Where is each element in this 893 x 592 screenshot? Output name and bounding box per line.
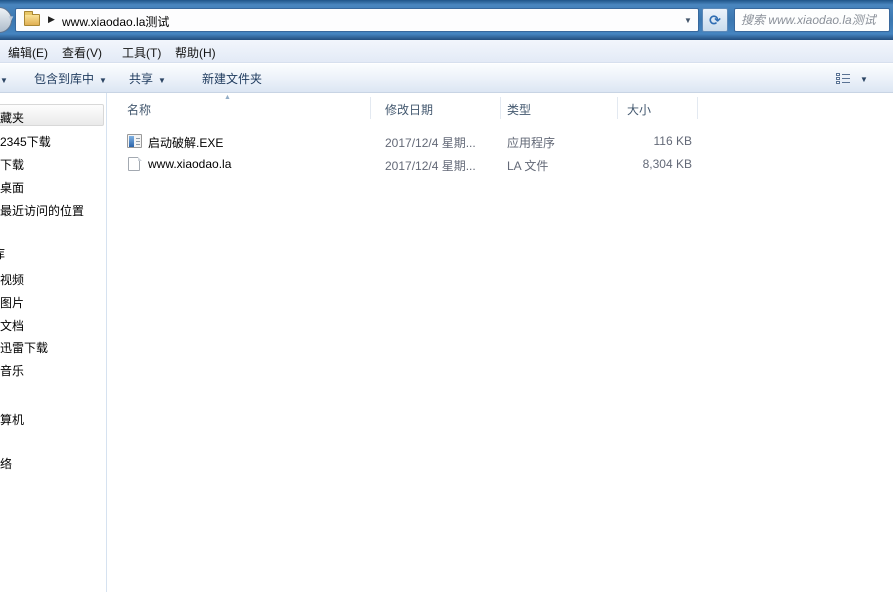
column-header-size[interactable]: 大小 bbox=[627, 101, 651, 118]
share-button[interactable]: 共享 ▼ bbox=[129, 70, 166, 88]
window-chrome: ▼ ▶ www.xiaodao.la测试 ▼ ⟳ bbox=[0, 0, 893, 40]
folder-icon bbox=[24, 14, 40, 26]
address-dropdown-icon[interactable]: ▼ bbox=[684, 16, 692, 25]
address-bar[interactable]: ▶ www.xiaodao.la测试 ▼ bbox=[15, 8, 699, 32]
share-label: 共享 bbox=[129, 72, 153, 86]
command-bar: ▼ 包含到库中 ▼ 共享 ▼ 新建文件夹 ▼ bbox=[0, 64, 893, 93]
generic-file-icon bbox=[127, 157, 142, 171]
sidebar-item-libraries[interactable]: 库 bbox=[0, 245, 5, 262]
include-in-library-label: 包含到库中 bbox=[34, 72, 94, 86]
breadcrumb-arrow-icon[interactable]: ▶ bbox=[48, 14, 55, 25]
search-box bbox=[734, 8, 890, 32]
file-date: 2017/12/4 星期... bbox=[385, 134, 476, 151]
application-file-icon bbox=[127, 134, 142, 148]
file-type: LA 文件 bbox=[507, 157, 548, 174]
file-size: 116 KB bbox=[560, 134, 692, 148]
sort-ascending-icon: ▲ bbox=[224, 94, 231, 101]
sidebar-item-computer[interactable]: 算机 bbox=[0, 411, 24, 428]
explorer-window: ▼ ▶ www.xiaodao.la测试 ▼ ⟳ 编辑(E) 查看(V) 工具(… bbox=[0, 0, 893, 592]
change-view-button[interactable]: ▼ bbox=[834, 72, 878, 88]
menu-help[interactable]: 帮助(H) bbox=[175, 44, 216, 61]
sidebar-item-favorites[interactable]: 藏夹 bbox=[0, 109, 24, 126]
breadcrumb[interactable]: www.xiaodao.la测试 bbox=[62, 13, 169, 30]
column-resize-handle[interactable] bbox=[500, 97, 501, 119]
recent-pages-chevron-icon[interactable]: ▼ bbox=[7, 14, 15, 23]
column-resize-handle[interactable] bbox=[697, 97, 698, 119]
include-in-library-button[interactable]: 包含到库中 ▼ bbox=[34, 70, 107, 88]
sidebar-item-network[interactable]: 络 bbox=[0, 455, 12, 472]
menu-view[interactable]: 查看(V) bbox=[62, 44, 102, 61]
sidebar-item-recent-places[interactable]: 最近访问的位置 bbox=[0, 202, 84, 219]
column-resize-handle[interactable] bbox=[617, 97, 618, 119]
sidebar-item-music[interactable]: 音乐 bbox=[0, 362, 24, 379]
sidebar-item-thunder-downloads[interactable]: 迅雷下载 bbox=[0, 339, 48, 356]
content-area: 藏夹 2345下载 下载 桌面 最近访问的位置 库 视频 图片 文档 迅雷下载 … bbox=[0, 93, 893, 592]
sidebar-item-videos[interactable]: 视频 bbox=[0, 271, 24, 288]
sidebar-item-pictures[interactable]: 图片 bbox=[0, 294, 24, 311]
menu-tools[interactable]: 工具(T) bbox=[122, 44, 161, 61]
column-header-type[interactable]: 类型 bbox=[507, 101, 531, 118]
menu-edit[interactable]: 编辑(E) bbox=[8, 44, 48, 61]
sidebar-item-documents[interactable]: 文档 bbox=[0, 317, 24, 334]
file-row[interactable]: 启动破解.EXE 2017/12/4 星期... 应用程序 116 KB bbox=[107, 130, 893, 152]
chevron-down-icon: ▼ bbox=[860, 75, 868, 84]
sidebar-item-2345-downloads[interactable]: 2345下载 bbox=[0, 133, 51, 150]
chevron-down-icon: ▼ bbox=[158, 76, 166, 85]
refresh-button[interactable]: ⟳ bbox=[702, 8, 728, 32]
menu-bar: 编辑(E) 查看(V) 工具(T) 帮助(H) bbox=[0, 40, 893, 63]
column-resize-handle[interactable] bbox=[370, 97, 371, 119]
chevron-down-icon: ▼ bbox=[99, 76, 107, 85]
organize-chevron-icon[interactable]: ▼ bbox=[0, 76, 8, 85]
column-header-date[interactable]: 修改日期 bbox=[385, 101, 433, 118]
list-view-icon bbox=[836, 73, 851, 86]
file-name: 启动破解.EXE bbox=[148, 134, 223, 151]
search-input[interactable] bbox=[735, 9, 889, 31]
sidebar-item-downloads[interactable]: 下载 bbox=[0, 156, 24, 173]
file-type: 应用程序 bbox=[507, 134, 555, 151]
file-date: 2017/12/4 星期... bbox=[385, 157, 476, 174]
file-row[interactable]: www.xiaodao.la 2017/12/4 星期... LA 文件 8,3… bbox=[107, 153, 893, 175]
column-header-name[interactable]: 名称 bbox=[127, 101, 151, 118]
new-folder-button[interactable]: 新建文件夹 bbox=[202, 70, 262, 88]
file-size: 8,304 KB bbox=[560, 157, 692, 171]
new-folder-label: 新建文件夹 bbox=[202, 72, 262, 86]
sidebar-item-desktop[interactable]: 桌面 bbox=[0, 179, 24, 196]
file-name: www.xiaodao.la bbox=[148, 157, 231, 171]
